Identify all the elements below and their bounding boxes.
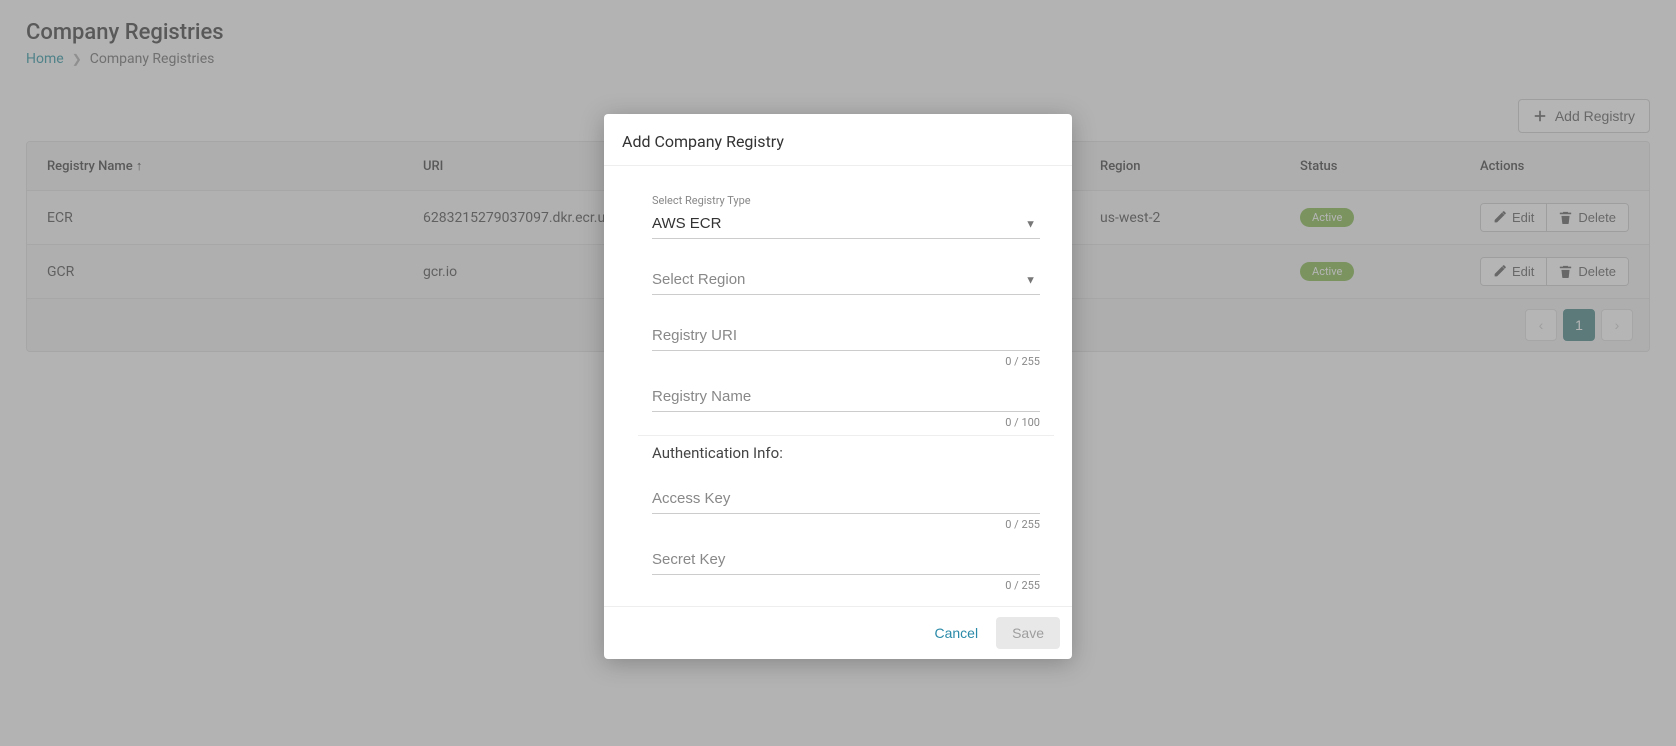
registry-type-label: Select Registry Type (652, 194, 1040, 207)
cancel-button[interactable]: Cancel (920, 617, 992, 649)
save-button[interactable]: Save (996, 617, 1060, 649)
modal-title: Add Company Registry (604, 114, 1072, 166)
name-field: 0 / 100 (652, 382, 1040, 429)
secret-key-counter: 0 / 255 (652, 579, 1040, 592)
modal-body: Select Registry Type ▼ ▼ 0 / 255 0 / 100 (604, 166, 1072, 606)
region-select[interactable] (652, 265, 1040, 295)
secret-key-input[interactable] (652, 545, 1040, 575)
secret-key-field: 0 / 255 (652, 545, 1040, 592)
modal-footer: Cancel Save (604, 606, 1072, 659)
registry-type-field: Select Registry Type ▼ (652, 194, 1040, 239)
access-key-field: 0 / 255 (652, 484, 1040, 531)
add-registry-modal: Add Company Registry Select Registry Typ… (604, 114, 1072, 659)
uri-field: 0 / 255 (652, 321, 1040, 368)
access-key-input[interactable] (652, 484, 1040, 514)
registry-name-input[interactable] (652, 382, 1040, 412)
name-counter: 0 / 100 (652, 416, 1040, 429)
region-field: ▼ (652, 265, 1040, 295)
uri-counter: 0 / 255 (652, 355, 1040, 368)
modal-overlay[interactable]: Add Company Registry Select Registry Typ… (0, 0, 1676, 746)
auth-section-title: Authentication Info: (638, 435, 1054, 462)
access-key-counter: 0 / 255 (652, 518, 1040, 531)
registry-uri-input[interactable] (652, 321, 1040, 351)
registry-type-select[interactable] (652, 209, 1040, 239)
